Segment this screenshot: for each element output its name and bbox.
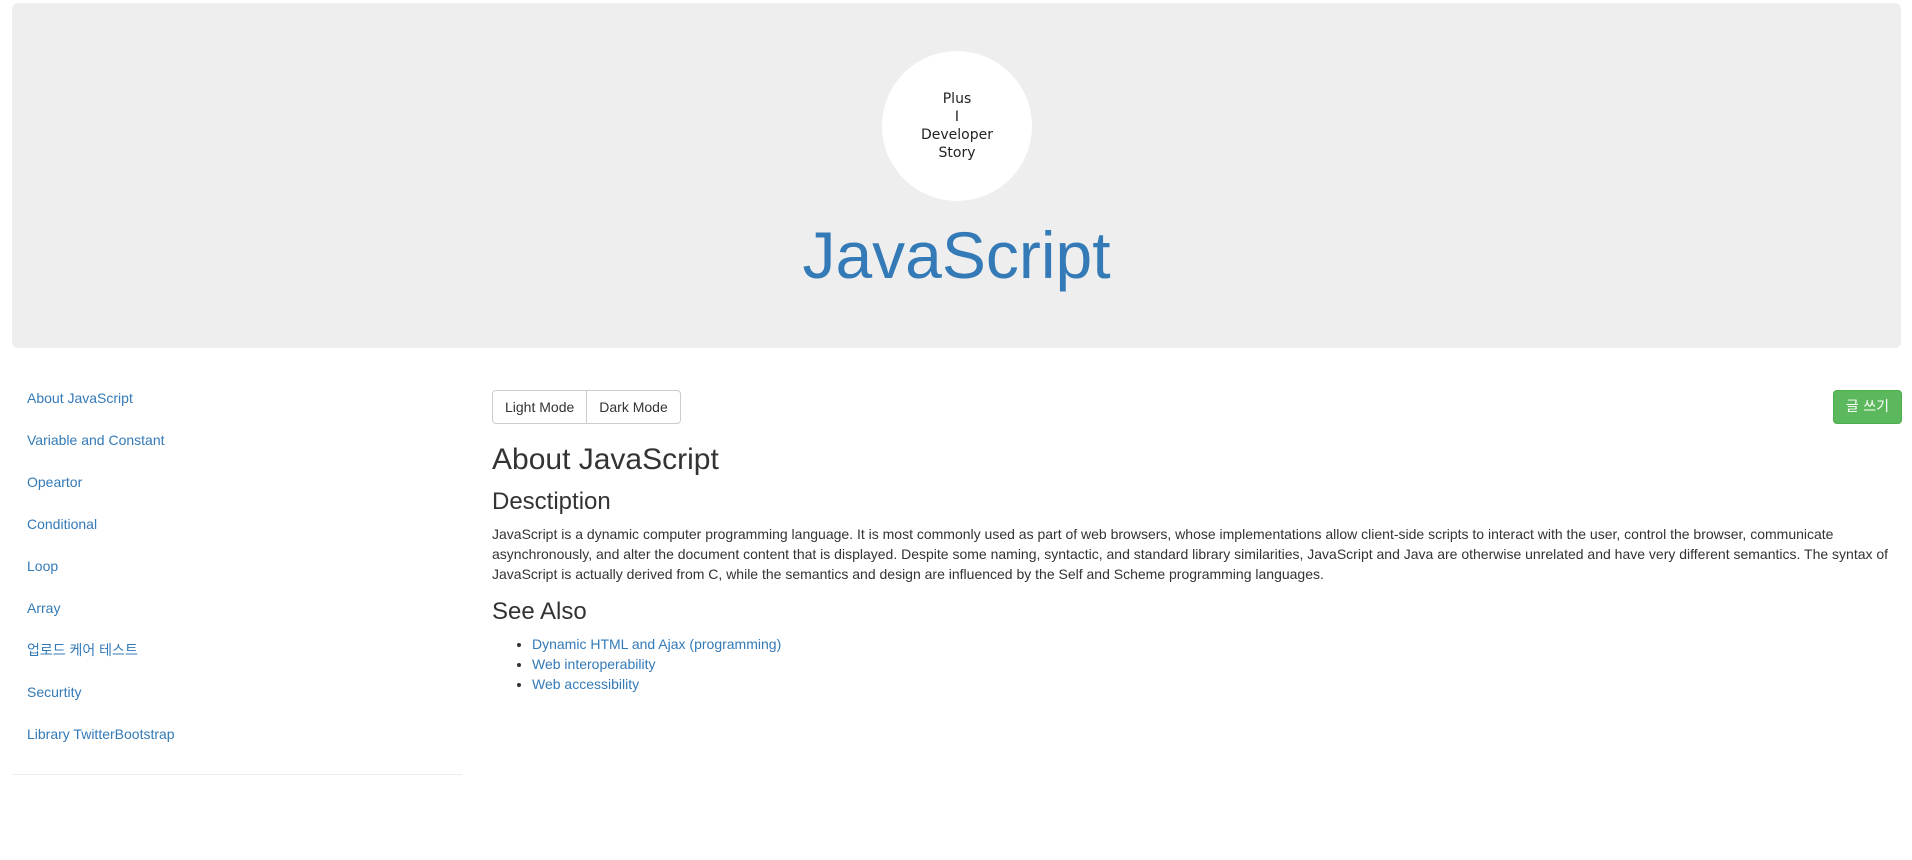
sidebar-item-about-javascript[interactable]: About JavaScript <box>12 378 462 418</box>
sidebar-item-library-twitterbootstrap[interactable]: Library TwitterBootstrap <box>12 714 462 754</box>
sidebar-item: Array <box>12 588 462 630</box>
light-mode-button[interactable]: Light Mode <box>492 390 588 424</box>
description-heading: Desctiption <box>492 488 611 515</box>
sidebar-item: Conditional <box>12 504 462 546</box>
sidebar-item: Library TwitterBootstrap <box>12 714 462 756</box>
header-jumbotron: Plus I Developer Story JavaScript <box>12 3 1901 348</box>
dark-mode-button[interactable]: Dark Mode <box>586 390 681 424</box>
sidebar-item-operator[interactable]: Opeartor <box>12 462 462 502</box>
description-text: JavaScript is a dynamic computer program… <box>492 526 1889 582</box>
article-title: About JavaScript <box>492 443 719 476</box>
write-post-button[interactable]: 글 쓰기 <box>1832 390 1902 424</box>
sidebar-item: Securtity <box>12 672 462 714</box>
sidebar-item-array[interactable]: Array <box>12 588 462 628</box>
list-item: Web interoperability <box>532 654 1902 674</box>
sidebar: About JavaScript Variable and Constant O… <box>12 378 462 775</box>
page-title: JavaScript <box>12 215 1901 295</box>
sidebar-item: 업로드 케어 테스트 <box>12 630 462 672</box>
sidebar-item-conditional[interactable]: Conditional <box>12 504 462 544</box>
sidebar-item-security[interactable]: Securtity <box>12 672 462 712</box>
see-also-list: Dynamic HTML and Ajax (programming) Web … <box>492 634 1902 694</box>
page: Plus I Developer Story JavaScript About … <box>0 0 1912 860</box>
site-logo[interactable]: Plus I Developer Story <box>882 51 1032 201</box>
list-item: Dynamic HTML and Ajax (programming) <box>532 634 1902 654</box>
see-also-link-web-interoperability[interactable]: Web interoperability <box>532 656 655 672</box>
sidebar-item: Opeartor <box>12 462 462 504</box>
sidebar-item-variable-and-constant[interactable]: Variable and Constant <box>12 420 462 460</box>
sidebar-item-loop[interactable]: Loop <box>12 546 462 586</box>
see-also-heading: See Also <box>492 598 587 625</box>
sidebar-divider <box>12 774 462 775</box>
list-item: Web accessibility <box>532 674 1902 694</box>
page-title-link[interactable]: JavaScript <box>802 218 1110 292</box>
theme-toggle-group: Light Mode Dark Mode <box>492 390 681 424</box>
sidebar-item: Loop <box>12 546 462 588</box>
sidebar-item: About JavaScript <box>12 378 462 420</box>
logo-text: Plus I Developer Story <box>920 91 993 161</box>
sidebar-item: Variable and Constant <box>12 420 462 462</box>
see-also-link-dynamic-html-ajax[interactable]: Dynamic HTML and Ajax (programming) <box>532 636 781 652</box>
sidebar-nav: About JavaScript Variable and Constant O… <box>12 378 462 756</box>
sidebar-item-upload-care-test[interactable]: 업로드 케어 테스트 <box>12 630 462 670</box>
see-also-link-web-accessibility[interactable]: Web accessibility <box>532 676 639 692</box>
article: About JavaScript Desctiption JavaScript … <box>492 440 1902 694</box>
